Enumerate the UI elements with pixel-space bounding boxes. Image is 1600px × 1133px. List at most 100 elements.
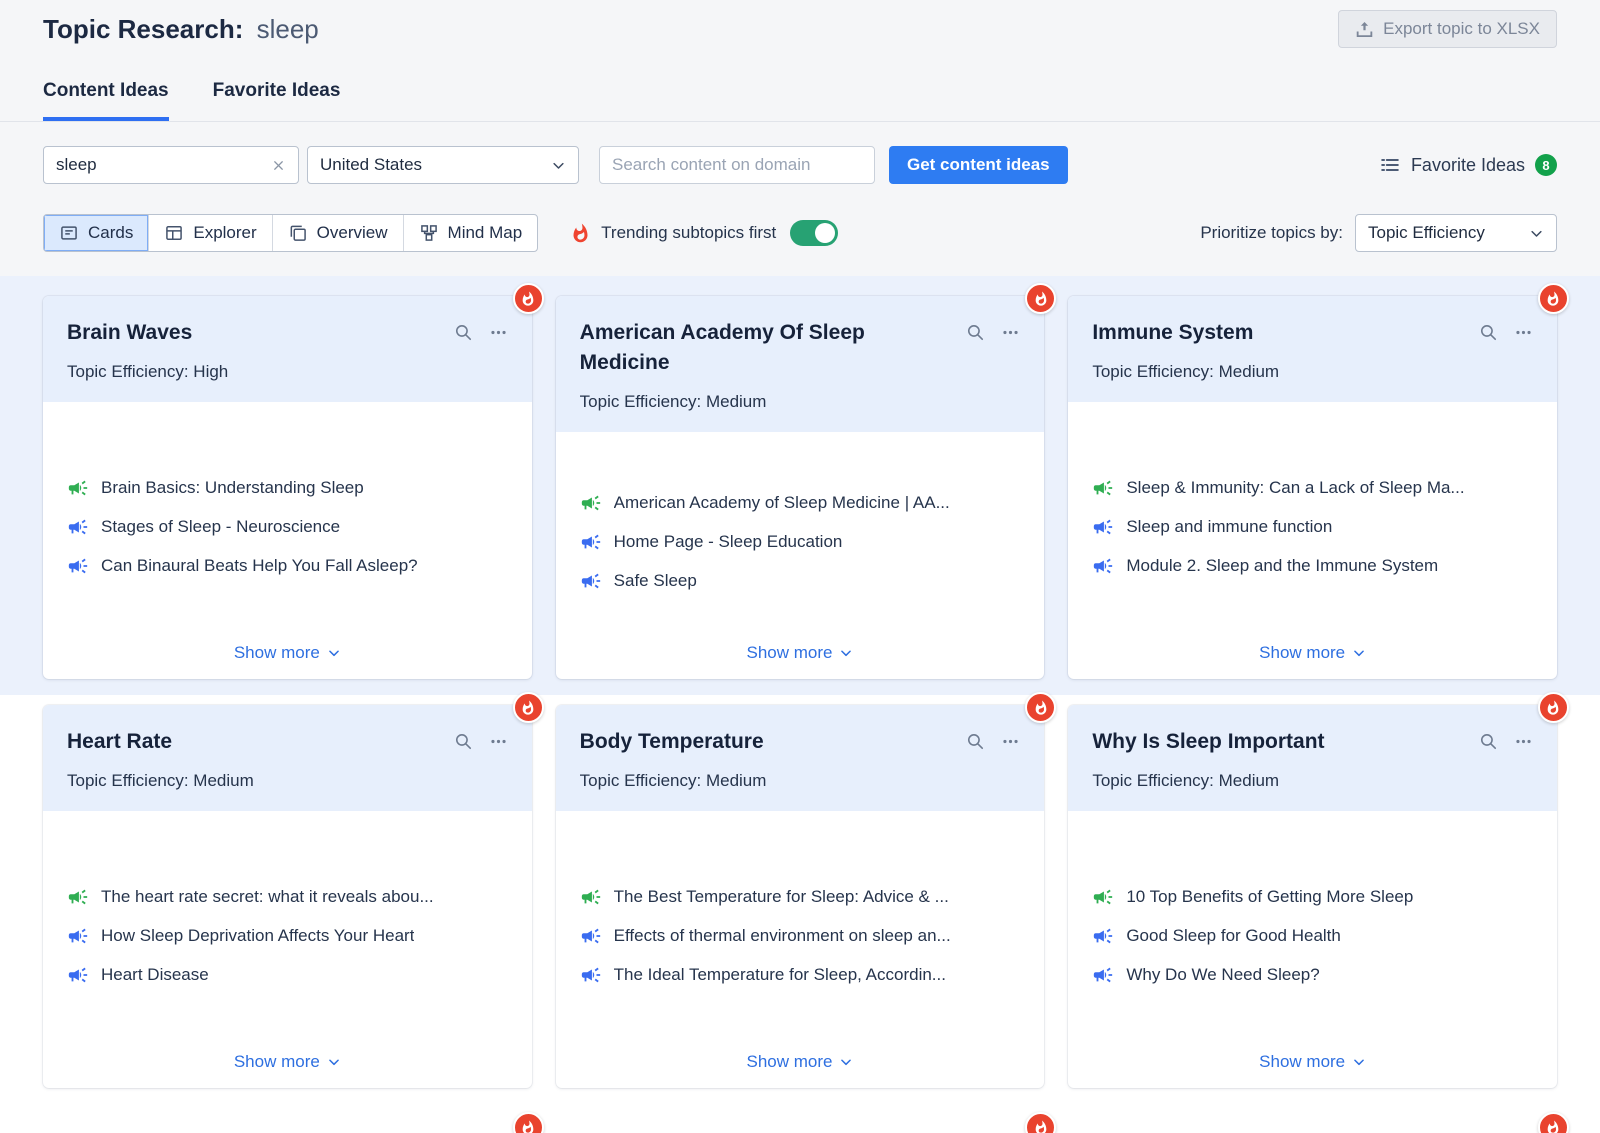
chevron-down-icon bbox=[1352, 1055, 1366, 1069]
content-idea-item[interactable]: Good Sleep for Good Health bbox=[1092, 925, 1533, 947]
get-content-ideas-button[interactable]: Get content ideas bbox=[889, 146, 1068, 184]
content-idea-item[interactable]: Brain Basics: Understanding Sleep bbox=[67, 477, 508, 499]
export-button-label: Export topic to XLSX bbox=[1383, 19, 1540, 39]
content-idea-item[interactable]: Can Binaural Beats Help You Fall Asleep? bbox=[67, 555, 508, 577]
page-title-label: Topic Research: bbox=[43, 14, 243, 44]
trending-fire-badge bbox=[1538, 283, 1569, 314]
search-icon[interactable] bbox=[966, 323, 985, 342]
megaphone-icon bbox=[580, 570, 602, 592]
cards-view-icon bbox=[59, 223, 79, 243]
card-items: Brain Basics: Understanding Sleep Stages… bbox=[67, 410, 508, 643]
content-idea-item[interactable]: Sleep and immune function bbox=[1092, 516, 1533, 538]
export-button[interactable]: Export topic to XLSX bbox=[1338, 10, 1557, 48]
megaphone-icon bbox=[580, 531, 602, 553]
content-idea-item[interactable]: Why Do We Need Sleep? bbox=[1092, 964, 1533, 986]
content-idea-item[interactable]: 10 Top Benefits of Getting More Sleep bbox=[1092, 886, 1533, 908]
card-title: Heart Rate bbox=[67, 727, 172, 757]
content-idea-text: Home Page - Sleep Education bbox=[614, 532, 843, 552]
view-overview[interactable]: Overview bbox=[272, 215, 403, 251]
content-idea-item[interactable]: Safe Sleep bbox=[580, 570, 1021, 592]
show-more-link[interactable]: Show more bbox=[580, 1052, 1021, 1072]
search-icon[interactable] bbox=[1479, 732, 1498, 751]
show-more-link[interactable]: Show more bbox=[1092, 643, 1533, 663]
favorite-ideas-link[interactable]: Favorite Ideas 8 bbox=[1379, 154, 1557, 176]
more-options-icon[interactable] bbox=[489, 732, 508, 751]
view-switcher: Cards Explorer Overview bbox=[43, 214, 538, 252]
content-idea-text: How Sleep Deprivation Affects Your Heart bbox=[101, 926, 414, 946]
card-body: 10 Top Benefits of Getting More Sleep Go… bbox=[1068, 811, 1557, 1088]
card-actions bbox=[1479, 732, 1533, 751]
content-idea-item[interactable]: Heart Disease bbox=[67, 964, 508, 986]
view-explorer[interactable]: Explorer bbox=[148, 215, 271, 251]
content-idea-item[interactable]: The heart rate secret: what it reveals a… bbox=[67, 886, 508, 908]
mindmap-view-icon bbox=[419, 223, 439, 243]
card-actions bbox=[454, 732, 508, 751]
content-idea-item[interactable]: American Academy of Sleep Medicine | AA.… bbox=[580, 492, 1021, 514]
clear-icon[interactable] bbox=[271, 158, 286, 173]
trending-fire-badge bbox=[1538, 1112, 1569, 1133]
content-idea-item[interactable]: Module 2. Sleep and the Immune System bbox=[1092, 555, 1533, 577]
search-icon[interactable] bbox=[454, 732, 473, 751]
search-icon[interactable] bbox=[966, 732, 985, 751]
content-idea-item[interactable]: The Best Temperature for Sleep: Advice &… bbox=[580, 886, 1021, 908]
view-cards[interactable]: Cards bbox=[44, 215, 148, 251]
prioritize-select[interactable]: Topic Efficiency bbox=[1355, 214, 1557, 252]
show-more-link[interactable]: Show more bbox=[67, 1052, 508, 1072]
view-label: Cards bbox=[88, 223, 133, 243]
card-efficiency: Topic Efficiency: High bbox=[67, 362, 508, 382]
content-idea-item[interactable]: Stages of Sleep - Neuroscience bbox=[67, 516, 508, 538]
trending-fire-badge bbox=[1538, 692, 1569, 723]
country-select[interactable]: United States bbox=[307, 146, 579, 184]
tab-favorite-ideas[interactable]: Favorite Ideas bbox=[213, 80, 341, 121]
content-idea-item[interactable]: The Ideal Temperature for Sleep, Accordi… bbox=[580, 964, 1021, 986]
content-idea-item[interactable]: Home Page - Sleep Education bbox=[580, 531, 1021, 553]
view-mind-map[interactable]: Mind Map bbox=[403, 215, 538, 251]
card-items: The heart rate secret: what it reveals a… bbox=[67, 819, 508, 1052]
card-body: The Best Temperature for Sleep: Advice &… bbox=[556, 811, 1045, 1088]
page-title-query: sleep bbox=[257, 14, 319, 44]
controls-row: Cards Explorer Overview bbox=[43, 214, 1557, 276]
topic-query-input[interactable]: sleep bbox=[43, 146, 299, 184]
card-efficiency: Topic Efficiency: Medium bbox=[580, 771, 1021, 791]
card-items: American Academy of Sleep Medicine | AA.… bbox=[580, 440, 1021, 643]
trending-fire-badge bbox=[1025, 283, 1056, 314]
show-more-link[interactable]: Show more bbox=[1092, 1052, 1533, 1072]
chevron-down-icon bbox=[551, 158, 566, 173]
content-idea-text: The Ideal Temperature for Sleep, Accordi… bbox=[614, 965, 946, 985]
megaphone-icon bbox=[67, 925, 89, 947]
megaphone-icon bbox=[580, 886, 602, 908]
content-idea-item[interactable]: How Sleep Deprivation Affects Your Heart bbox=[67, 925, 508, 947]
more-options-icon[interactable] bbox=[489, 323, 508, 342]
content-idea-text: Sleep and immune function bbox=[1126, 517, 1332, 537]
view-label: Explorer bbox=[193, 223, 256, 243]
content-idea-text: Why Do We Need Sleep? bbox=[1126, 965, 1319, 985]
content-idea-text: The Best Temperature for Sleep: Advice &… bbox=[614, 887, 949, 907]
megaphone-icon bbox=[67, 964, 89, 986]
toggle-knob bbox=[815, 223, 835, 243]
megaphone-icon bbox=[67, 477, 89, 499]
content-idea-item[interactable]: Effects of thermal environment on sleep … bbox=[580, 925, 1021, 947]
trending-toggle[interactable] bbox=[790, 220, 838, 246]
favorites-count-badge: 8 bbox=[1535, 154, 1557, 176]
tab-bar: Content Ideas Favorite Ideas bbox=[0, 80, 1600, 122]
tab-content-ideas[interactable]: Content Ideas bbox=[43, 80, 169, 121]
megaphone-icon bbox=[1092, 516, 1114, 538]
content-idea-text: Safe Sleep bbox=[614, 571, 697, 591]
content-idea-text: American Academy of Sleep Medicine | AA.… bbox=[614, 493, 950, 513]
megaphone-icon bbox=[1092, 477, 1114, 499]
show-more-link[interactable]: Show more bbox=[67, 643, 508, 663]
more-options-icon[interactable] bbox=[1001, 323, 1020, 342]
card-header: Brain Waves Topic Efficiency: High bbox=[43, 296, 532, 402]
more-options-icon[interactable] bbox=[1514, 732, 1533, 751]
show-more-link[interactable]: Show more bbox=[580, 643, 1021, 663]
more-options-icon[interactable] bbox=[1001, 732, 1020, 751]
show-more-label: Show more bbox=[747, 1052, 833, 1072]
content-idea-text: Heart Disease bbox=[101, 965, 209, 985]
content-idea-item[interactable]: Sleep & Immunity: Can a Lack of Sleep Ma… bbox=[1092, 477, 1533, 499]
domain-search-input[interactable] bbox=[599, 146, 875, 184]
more-options-icon[interactable] bbox=[1514, 323, 1533, 342]
search-icon[interactable] bbox=[454, 323, 473, 342]
card-items: The Best Temperature for Sleep: Advice &… bbox=[580, 819, 1021, 1052]
search-icon[interactable] bbox=[1479, 323, 1498, 342]
trending-fire-badge bbox=[1025, 1112, 1056, 1133]
